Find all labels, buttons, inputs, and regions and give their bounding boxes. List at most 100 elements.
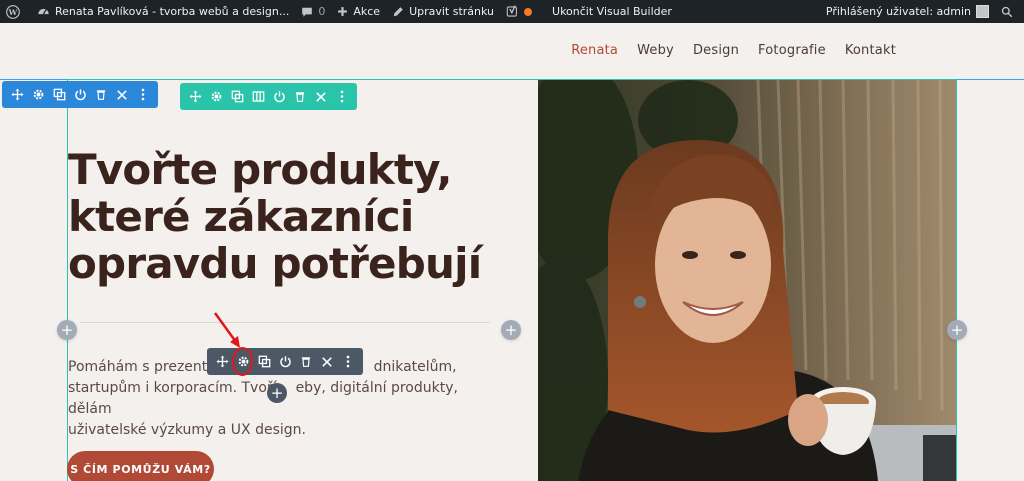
user-label: Přihlášený uživatel: admin bbox=[825, 5, 971, 18]
close-icon bbox=[316, 91, 326, 102]
row-toolbar bbox=[180, 83, 357, 110]
columns-icon bbox=[252, 91, 264, 102]
section-toolbar bbox=[2, 81, 158, 108]
gear-icon bbox=[33, 89, 43, 100]
edit-page-label: Upravit stránku bbox=[409, 5, 495, 18]
wp-admin-bar: W Renata Pavlíková - tvorba webů a desig… bbox=[0, 0, 1024, 23]
nav-item-renata[interactable]: Renata bbox=[571, 43, 618, 58]
site-name: Renata Pavlíková - tvorba webů a design.… bbox=[55, 5, 290, 18]
hero-title-line: Tvořte produkty, bbox=[68, 145, 452, 194]
module-more-button[interactable] bbox=[338, 348, 358, 375]
move-icon bbox=[216, 355, 228, 368]
new-content-label: Akce bbox=[353, 5, 381, 18]
row-delete-button[interactable] bbox=[290, 83, 310, 110]
add-row-button-right[interactable]: + bbox=[947, 320, 967, 340]
hero-title-line: opravdu potřebují bbox=[68, 239, 482, 288]
paragraph-text: dnikatelům, bbox=[373, 359, 457, 375]
hero-title-line: které zákazníci bbox=[68, 192, 414, 241]
move-icon bbox=[11, 88, 23, 101]
exit-visual-builder[interactable]: Ukončit Visual Builder bbox=[546, 0, 678, 23]
section-move-button[interactable] bbox=[7, 81, 27, 108]
gear-icon bbox=[238, 356, 248, 367]
site-header: Renata Weby Design Fotografie Kontakt bbox=[0, 23, 1024, 79]
edit-page-menu[interactable]: Upravit stránku bbox=[386, 0, 500, 23]
power-icon bbox=[273, 91, 285, 103]
module-duplicate-button[interactable] bbox=[254, 348, 274, 375]
row-save-to-library-button[interactable] bbox=[269, 83, 289, 110]
module-close-button[interactable] bbox=[317, 348, 337, 375]
section-save-to-library-button[interactable] bbox=[70, 81, 90, 108]
more-icon bbox=[340, 90, 344, 103]
row-move-button[interactable] bbox=[185, 83, 205, 110]
divider bbox=[80, 322, 490, 323]
add-module-button[interactable]: + bbox=[267, 383, 287, 403]
plus-icon: + bbox=[504, 320, 518, 339]
hero-title: Tvořte produkty, které zákazníci opravdu… bbox=[68, 146, 508, 287]
wordpress-icon: W bbox=[6, 4, 20, 19]
plus-icon bbox=[338, 7, 348, 16]
module-save-to-library-button[interactable] bbox=[275, 348, 295, 375]
section-duplicate-button[interactable] bbox=[49, 81, 69, 108]
seo-status-dot bbox=[524, 7, 533, 16]
add-column-button-middle[interactable]: + bbox=[501, 320, 521, 340]
trash-icon bbox=[96, 90, 106, 100]
move-icon bbox=[189, 90, 201, 103]
pencil-icon bbox=[393, 6, 403, 16]
main-navigation: Renata Weby Design Fotografie Kontakt bbox=[571, 43, 896, 58]
paragraph-text: uživatelské výzkumy a UX design. bbox=[68, 422, 306, 438]
yoast-menu[interactable] bbox=[500, 0, 546, 23]
svg-text:W: W bbox=[8, 7, 18, 16]
plus-icon: + bbox=[60, 320, 74, 339]
cta-button[interactable]: S ČÍM POMŮŽU VÁM? bbox=[67, 451, 214, 481]
nav-item-weby[interactable]: Weby bbox=[637, 43, 674, 58]
row-more-button[interactable] bbox=[332, 83, 352, 110]
plus-icon: + bbox=[270, 383, 284, 402]
new-content-menu[interactable]: Akce bbox=[331, 0, 386, 23]
power-icon bbox=[279, 356, 291, 368]
comment-icon bbox=[302, 7, 313, 17]
module-settings-button[interactable] bbox=[233, 348, 253, 375]
nav-item-fotografie[interactable]: Fotografie bbox=[758, 43, 826, 58]
module-move-button[interactable] bbox=[212, 348, 232, 375]
trash-icon bbox=[295, 92, 305, 102]
comments-count: 0 bbox=[318, 5, 326, 18]
add-column-button-left[interactable]: + bbox=[57, 320, 77, 340]
section-more-button[interactable] bbox=[133, 81, 153, 108]
section-delete-button[interactable] bbox=[91, 81, 111, 108]
power-icon bbox=[74, 89, 86, 101]
duplicate-icon bbox=[231, 90, 243, 103]
duplicate-icon bbox=[258, 355, 270, 368]
avatar bbox=[976, 5, 989, 18]
row-duplicate-button[interactable] bbox=[227, 83, 247, 110]
more-icon bbox=[346, 355, 350, 368]
module-delete-button[interactable] bbox=[296, 348, 316, 375]
site-name-menu[interactable]: Renata Pavlíková - tvorba webů a design.… bbox=[31, 0, 295, 23]
section-close-button[interactable] bbox=[112, 81, 132, 108]
nav-item-kontakt[interactable]: Kontakt bbox=[845, 43, 896, 58]
admin-search[interactable] bbox=[995, 0, 1024, 23]
paragraph-text: Pomáhám s prezentac bbox=[68, 359, 224, 375]
wp-logo-menu[interactable]: W bbox=[0, 0, 31, 23]
paragraph-text: startupům i korporacím. Tvoří bbox=[68, 380, 277, 396]
row-columns-button[interactable] bbox=[248, 83, 268, 110]
exit-visual-builder-label: Ukončit Visual Builder bbox=[552, 5, 672, 18]
comments-menu[interactable]: 0 bbox=[295, 0, 331, 23]
duplicate-icon bbox=[53, 88, 65, 101]
row-close-button[interactable] bbox=[311, 83, 331, 110]
trash-icon bbox=[301, 357, 311, 367]
row-settings-button[interactable] bbox=[206, 83, 226, 110]
close-icon bbox=[117, 89, 127, 100]
nav-item-design[interactable]: Design bbox=[693, 43, 739, 58]
plus-icon: + bbox=[950, 320, 964, 339]
user-menu[interactable]: Přihlášený uživatel: admin bbox=[820, 0, 995, 23]
close-icon bbox=[322, 356, 332, 367]
portrait-illustration bbox=[538, 80, 956, 481]
gear-icon bbox=[211, 91, 221, 102]
yoast-icon bbox=[506, 5, 517, 17]
more-icon bbox=[141, 88, 145, 101]
module-toolbar bbox=[207, 348, 363, 375]
dashboard-icon bbox=[38, 8, 49, 15]
section-settings-button[interactable] bbox=[28, 81, 48, 108]
search-icon bbox=[1001, 6, 1013, 17]
portrait-photo bbox=[538, 80, 956, 481]
